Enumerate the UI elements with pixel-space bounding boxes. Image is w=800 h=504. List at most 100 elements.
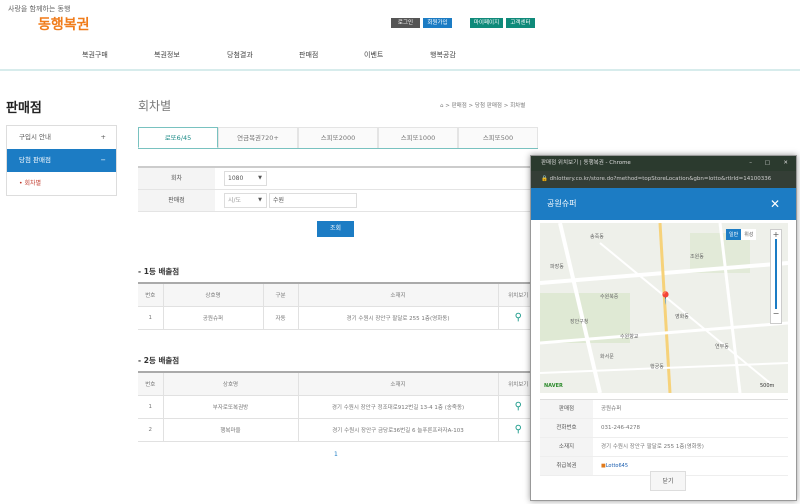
- nav-result[interactable]: 당첨결과: [227, 50, 253, 60]
- cell-address: 경기 수원시 장안구 금당로36번길 6 늘푸른프라자A-103: [297, 418, 498, 442]
- cell-name: 공원슈퍼: [162, 306, 263, 330]
- maximize-icon[interactable]: □: [765, 156, 770, 171]
- pagination-page[interactable]: 1: [334, 451, 338, 458]
- nav-store[interactable]: 판매점: [299, 50, 318, 60]
- round-select[interactable]: 1080 ▼: [224, 171, 267, 186]
- zoom-in-button[interactable]: +: [771, 230, 781, 239]
- tab-lotto645[interactable]: 로또6/45: [138, 127, 218, 148]
- cell-name: 부자로또복권방: [162, 395, 298, 419]
- map-type-normal[interactable]: 일반: [726, 229, 742, 240]
- header-divider: [0, 69, 800, 71]
- page-title: 판매점: [6, 101, 42, 116]
- close-button[interactable]: 닫기: [650, 471, 686, 491]
- nav-happy[interactable]: 행복공감: [430, 50, 456, 60]
- zoom-slider[interactable]: [775, 239, 777, 309]
- table-row: 1 부자로또복권방 경기 수원시 장안구 정조대로912번길 13-4 1층 (송죽…: [138, 395, 538, 419]
- keyword-input[interactable]: 수원: [269, 193, 357, 208]
- region-value: 시/도: [228, 197, 242, 204]
- zoom-control: + −: [770, 229, 782, 324]
- cell-no: 2: [138, 418, 163, 442]
- round-label: 회차: [138, 168, 215, 189]
- close-icon[interactable]: ✕: [770, 188, 780, 220]
- cell-name: 행복마을: [162, 418, 298, 442]
- nav-info[interactable]: 복권정보: [154, 50, 180, 60]
- map-label: 수원향교: [620, 334, 639, 340]
- info-label: 판매점: [540, 400, 593, 418]
- tab-pension720[interactable]: 연금복권720+: [218, 127, 298, 148]
- table-row: 2 행복마을 경기 수원시 장안구 금당로36번길 6 늘푸른프라자A-103 ⚲: [138, 418, 538, 442]
- search-form: 회차 1080 ▼ 판매점 시/도 ▼ 수원: [138, 166, 538, 212]
- region-select[interactable]: 시/도 ▼: [224, 193, 267, 208]
- map-roads: [540, 223, 788, 393]
- sidebar: 구입시 안내 + 당첨 판매점 − • 회차별: [6, 125, 117, 196]
- join-button[interactable]: 회원가입: [423, 18, 452, 28]
- search-icon[interactable]: ⚲: [515, 424, 522, 435]
- sidebar-item-label: 당첨 판매점: [19, 156, 51, 164]
- map-label: 송죽동: [590, 234, 604, 240]
- search-icon[interactable]: ⚲: [515, 401, 522, 412]
- second-prize-title: - 2등 배출점: [138, 356, 180, 365]
- sidebar-item-label: 구입시 안내: [19, 133, 51, 141]
- col-header: 상호명: [162, 372, 298, 396]
- plus-icon: +: [100, 133, 106, 141]
- slogan: 사랑을 함께하는 동행: [8, 5, 71, 13]
- map-label: 파장동: [550, 264, 564, 270]
- address-bar[interactable]: 🔒 dhlottery.co.kr/store.do?method=topSto…: [531, 171, 796, 188]
- map-label: 화서문: [600, 354, 614, 360]
- breadcrumb-item[interactable]: 판매점: [452, 103, 467, 109]
- popup-store-name: 공원슈퍼: [547, 199, 577, 208]
- map-type-toggle: 일반 위성: [726, 229, 757, 240]
- logo[interactable]: 동행복권: [38, 14, 90, 34]
- lotto645-logo: ■Lotto645: [601, 463, 629, 469]
- map-label: 장안구청: [570, 319, 589, 325]
- cell-no: 1: [138, 395, 163, 419]
- minimize-icon[interactable]: –: [749, 156, 752, 171]
- login-button[interactable]: 로그인: [391, 18, 420, 28]
- window-titlebar: 판매점 위치보기 | 동행복권 - Chrome – □ ✕: [531, 156, 796, 171]
- tab-speetto2000[interactable]: 스피또2000: [298, 127, 378, 148]
- caret-down-icon: ▼: [258, 197, 262, 203]
- info-label: 전화번호: [540, 419, 593, 437]
- map-label: 영화동: [675, 314, 689, 320]
- map[interactable]: 송죽동 조원동 영화동 파장동 연무동 수원북중 수원향교 화서문 장안구청 행…: [540, 223, 788, 393]
- search-button[interactable]: 조회: [317, 221, 354, 237]
- tab-speetto500[interactable]: 스피또500: [458, 127, 538, 148]
- naver-logo: NAVER: [544, 383, 563, 389]
- col-header: 소재지: [297, 283, 498, 307]
- col-header: 번호: [138, 283, 163, 307]
- second-prize-table: 번호 상호명 소재지 위치보기 1 부자로또복권방 경기 수원시 장안구 정조대로912번…: [138, 371, 538, 442]
- tab-speetto1000[interactable]: 스피또1000: [378, 127, 458, 148]
- mypage-button[interactable]: 마이페이지: [470, 18, 503, 28]
- map-type-satellite[interactable]: 위성: [741, 229, 757, 240]
- map-pin-icon[interactable]: 📍: [658, 291, 673, 305]
- info-label: 소재지: [540, 438, 593, 456]
- store-info: 판매점 공원슈퍼 전화번호 031-246-4278 소재지 경기 수원시 장안구 팔…: [540, 399, 788, 476]
- nav-buy[interactable]: 복권구매: [82, 50, 108, 60]
- nav-event[interactable]: 이벤트: [364, 50, 383, 60]
- zoom-out-button[interactable]: −: [771, 309, 781, 318]
- breadcrumb-item[interactable]: 당첨 판매점: [475, 103, 502, 109]
- col-header: 상호명: [162, 283, 263, 307]
- breadcrumb: ⌂ > 판매점 > 당첨 판매점 > 회차별: [440, 103, 526, 109]
- first-prize-table: 번호 상호명 구분 소재지 위치보기 1 공원슈퍼 자동 경기 수원시 장안구 팔달로 255…: [138, 282, 538, 330]
- cell-type: 자동: [262, 306, 298, 330]
- lottery-tabs: 로또6/45 연금복권720+ 스피또2000 스피또1000 스피또500: [138, 127, 538, 149]
- sidebar-item-winning-store[interactable]: 당첨 판매점 −: [7, 149, 116, 172]
- round-value: 1080: [228, 175, 244, 182]
- caret-down-icon: ▼: [258, 175, 262, 181]
- search-icon[interactable]: ⚲: [515, 312, 522, 323]
- first-prize-title: - 1등 배출점: [138, 267, 180, 276]
- sidebar-item-guide[interactable]: 구입시 안내 +: [7, 126, 116, 149]
- lotto-logo-text: Lotto645: [605, 463, 629, 469]
- cell-address: 경기 수원시 장안구 정조대로912번길 13-4 1층 (송죽동): [297, 395, 498, 419]
- support-button[interactable]: 고객센터: [506, 18, 535, 28]
- sidebar-subitem-label: 회차별: [24, 180, 42, 187]
- lock-icon: 🔒: [541, 176, 548, 182]
- window-close-icon[interactable]: ✕: [783, 156, 788, 171]
- sidebar-subitem-round[interactable]: • 회차별: [7, 172, 116, 195]
- map-label: 행궁동: [650, 364, 664, 370]
- info-value: 경기 수원시 장안구 팔달로 255 1층(영화동): [601, 444, 704, 450]
- window-title: 판매점 위치보기 | 동행복권 - Chrome: [541, 160, 631, 166]
- popup-header: 공원슈퍼 ✕: [531, 188, 796, 220]
- info-value: 031-246-4278: [601, 425, 640, 431]
